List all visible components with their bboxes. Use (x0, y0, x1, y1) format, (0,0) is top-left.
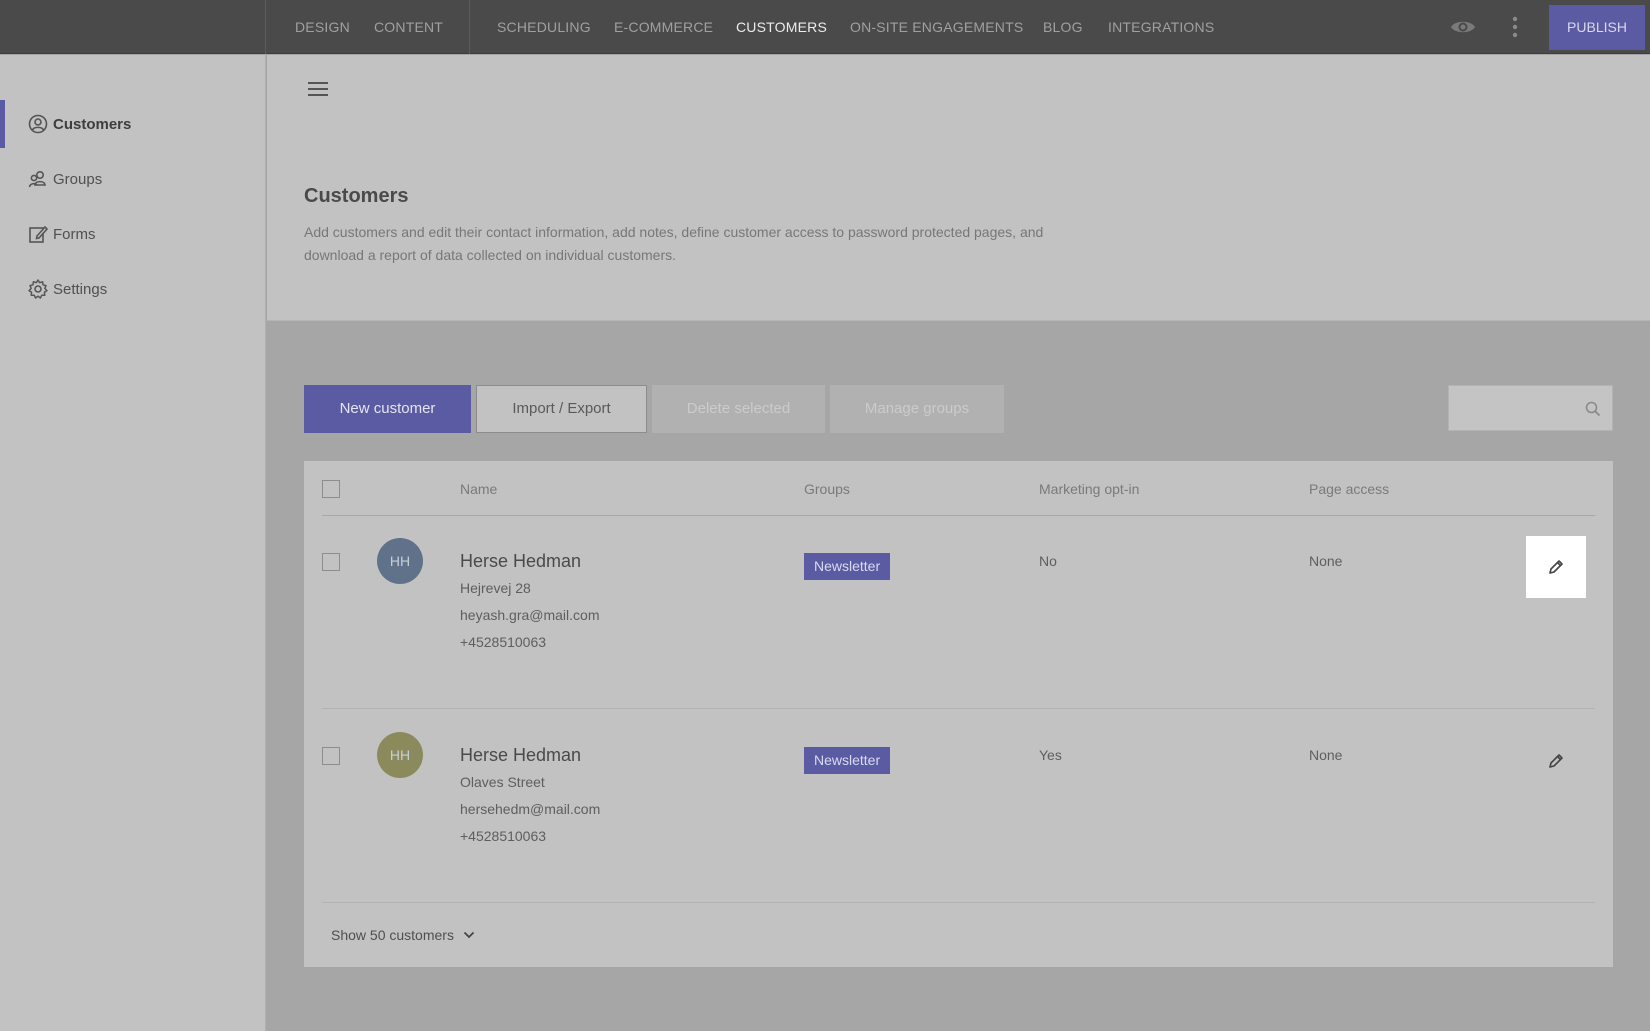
group-tag: Newsletter (804, 553, 891, 580)
more-options-icon[interactable] (1505, 14, 1525, 40)
pencil-icon (1549, 560, 1563, 574)
customer-name[interactable]: Herse Hedman (460, 551, 581, 572)
sidebar-item-customers[interactable]: Customers (0, 100, 266, 148)
show-customers-label: Show 50 customers (331, 927, 454, 943)
nav-design[interactable]: DESIGN (295, 0, 350, 54)
preview-eye-icon[interactable] (1449, 14, 1477, 40)
search-input[interactable] (1449, 386, 1579, 430)
nav-customers[interactable]: CUSTOMERS (736, 0, 827, 54)
form-edit-icon (29, 225, 49, 243)
page-access-value: None (1309, 553, 1343, 569)
logo-area (0, 0, 266, 54)
customer-phone: +4528510063 (460, 828, 547, 844)
customer-name[interactable]: Herse Hedman (460, 745, 581, 766)
customer-email: hersehedm@mail.com (460, 801, 601, 817)
select-all-checkbox[interactable] (322, 480, 340, 498)
import-export-button[interactable]: Import / Export (476, 385, 647, 433)
marketing-opt-in-value: No (1039, 553, 1057, 569)
row-divider (322, 708, 1595, 709)
search-box (1448, 385, 1613, 431)
column-header-marketing-opt-in: Marketing opt-in (1039, 481, 1140, 497)
nav-integrations[interactable]: INTEGRATIONS (1108, 0, 1214, 54)
customer-address: Olaves Street (460, 774, 545, 790)
nav-on-site-engagements[interactable]: ON-SITE ENGAGEMENTS (850, 0, 1023, 54)
sidebar-item-label: Forms (53, 225, 96, 243)
nav-e-commerce[interactable]: E-COMMERCE (614, 0, 713, 54)
page-title: Customers (304, 185, 409, 207)
menu-hamburger-icon[interactable] (306, 77, 330, 101)
nav-scheduling[interactable]: SCHEDULING (497, 0, 591, 54)
page-access-value: None (1309, 747, 1343, 763)
header-divider (322, 515, 1595, 516)
new-customer-button[interactable]: New customer (304, 385, 471, 433)
delete-selected-button: Delete selected (652, 385, 825, 433)
customer-email: heyash.gra@mail.com (460, 607, 600, 623)
user-circle-icon (28, 114, 48, 134)
column-header-groups: Groups (804, 481, 850, 497)
nav-blog[interactable]: BLOG (1043, 0, 1083, 54)
sidebar: Customers Groups Forms Settings (0, 55, 266, 1031)
row-checkbox[interactable] (322, 747, 340, 765)
pencil-icon (1549, 754, 1563, 768)
show-customers-dropdown[interactable]: Show 50 customers (331, 927, 476, 943)
row-divider (322, 902, 1595, 903)
customer-address: Hejrevej 28 (460, 580, 531, 596)
gear-icon (28, 279, 48, 299)
publish-button[interactable]: PUBLISH (1549, 5, 1645, 50)
group-tag: Newsletter (804, 747, 891, 774)
avatar: HH (377, 538, 423, 584)
avatar: HH (377, 732, 423, 778)
marketing-opt-in-value: Yes (1039, 747, 1062, 763)
page-header: Customers Add customers and edit their c… (267, 55, 1650, 321)
customer-phone: +4528510063 (460, 634, 547, 650)
edit-customer-button[interactable] (1526, 536, 1586, 598)
page-description: Add customers and edit their contact inf… (304, 224, 1044, 263)
sidebar-item-label: Customers (53, 115, 132, 133)
top-navigation-bar: DESIGN CONTENT SCHEDULING E-COMMERCE CUS… (0, 0, 1650, 54)
manage-groups-button: Manage groups (830, 385, 1004, 433)
column-header-page-access: Page access (1309, 481, 1390, 497)
sidebar-item-label: Groups (53, 170, 103, 188)
nav-content[interactable]: CONTENT (374, 0, 443, 54)
search-icon[interactable] (1585, 401, 1601, 417)
chevron-down-icon (463, 931, 475, 939)
edit-customer-button[interactable] (1526, 730, 1586, 792)
active-indicator (0, 100, 5, 148)
sidebar-item-settings[interactable]: Settings (0, 265, 266, 313)
customers-table: Name Groups Marketing opt-in Page access… (304, 461, 1613, 967)
sidebar-item-label: Settings (53, 280, 108, 298)
nav-divider (469, 0, 470, 54)
row-checkbox[interactable] (322, 553, 340, 571)
sidebar-item-groups[interactable]: Groups (0, 155, 266, 203)
column-header-name[interactable]: Name (460, 481, 497, 497)
sidebar-item-forms[interactable]: Forms (0, 210, 266, 258)
users-group-icon (28, 170, 46, 188)
